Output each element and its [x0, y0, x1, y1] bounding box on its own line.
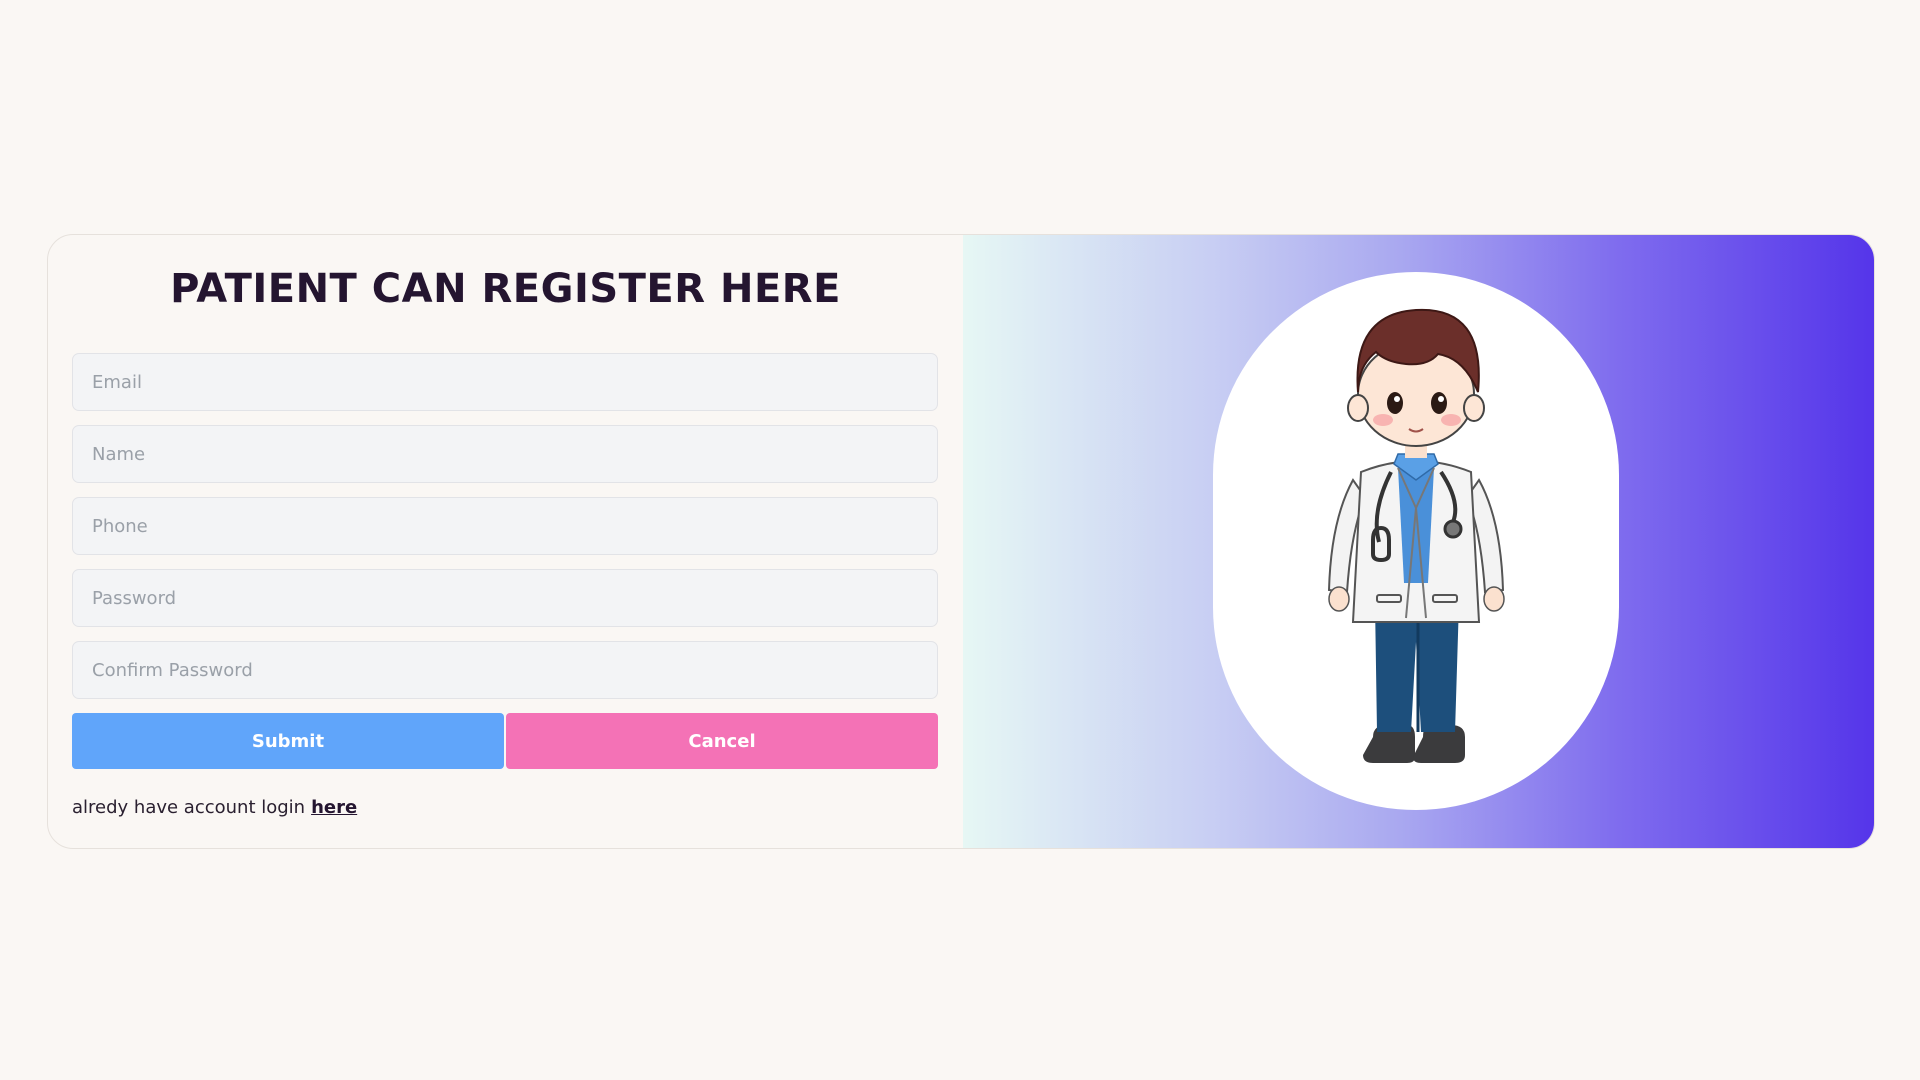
login-link[interactable]: here: [311, 797, 357, 818]
email-field[interactable]: [72, 353, 938, 411]
submit-button[interactable]: Submit: [72, 713, 504, 769]
doctor-illustration-icon: [1327, 308, 1505, 763]
phone-field[interactable]: [72, 497, 938, 555]
form-fields: [72, 353, 939, 699]
register-card: PATIENT CAN REGISTER HERE Submit Cancel …: [47, 234, 1875, 849]
confirm-password-field[interactable]: [72, 641, 938, 699]
page-title: PATIENT CAN REGISTER HERE: [170, 266, 841, 312]
name-field[interactable]: [72, 425, 938, 483]
form-actions: Submit Cancel: [72, 713, 938, 769]
register-form: PATIENT CAN REGISTER HERE Submit Cancel …: [48, 235, 963, 848]
cancel-button[interactable]: Cancel: [506, 713, 938, 769]
illustration-frame: [1213, 272, 1619, 810]
login-prompt-text: alredy have account login: [72, 797, 306, 818]
login-prompt: alredy have account login here: [72, 797, 939, 818]
illustration-panel: [963, 235, 1874, 848]
password-field[interactable]: [72, 569, 938, 627]
